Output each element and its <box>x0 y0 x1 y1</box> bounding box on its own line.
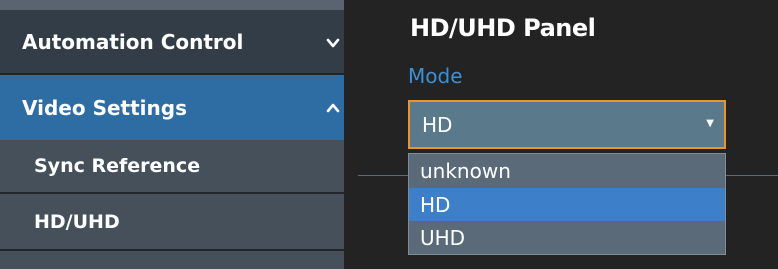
sidebar-item-video-settings[interactable]: Video Settings <box>0 75 344 140</box>
chevron-down-icon <box>326 38 340 48</box>
sidebar: Automation Control Video Settings Sync R… <box>0 0 344 269</box>
sidebar-item-label: Automation Control <box>22 29 244 54</box>
sidebar-item-label: HD/UHD <box>34 210 120 233</box>
mode-select-value: HD <box>422 112 453 137</box>
option-label: unknown <box>420 158 511 183</box>
mode-option-unknown[interactable]: unknown <box>409 154 725 187</box>
option-label: HD <box>420 192 451 217</box>
sidebar-item-automation-control[interactable]: Automation Control <box>0 10 344 73</box>
mode-dropdown-list: unknown HD UHD <box>408 153 726 255</box>
sidebar-item-label: Video Settings <box>22 95 187 120</box>
mode-label: Mode <box>408 64 463 88</box>
sidebar-item-hd-uhd[interactable]: HD/UHD <box>0 194 344 249</box>
option-label: UHD <box>420 225 466 250</box>
mode-option-uhd[interactable]: UHD <box>409 221 725 254</box>
dropdown-arrow-icon: ▼ <box>706 118 714 129</box>
mode-select[interactable]: HD ▼ <box>408 100 726 149</box>
sidebar-item-label: Sync Reference <box>34 155 201 177</box>
sidebar-divider <box>0 249 344 251</box>
mode-option-hd[interactable]: HD <box>409 188 725 221</box>
main-panel: HD/UHD Panel Mode HD ▼ unknown HD UHD <box>344 0 778 269</box>
sidebar-item-sync-reference[interactable]: Sync Reference <box>0 140 344 192</box>
sidebar-top-strip <box>0 0 344 10</box>
chevron-up-icon <box>326 103 340 113</box>
page-title: HD/UHD Panel <box>410 14 596 42</box>
